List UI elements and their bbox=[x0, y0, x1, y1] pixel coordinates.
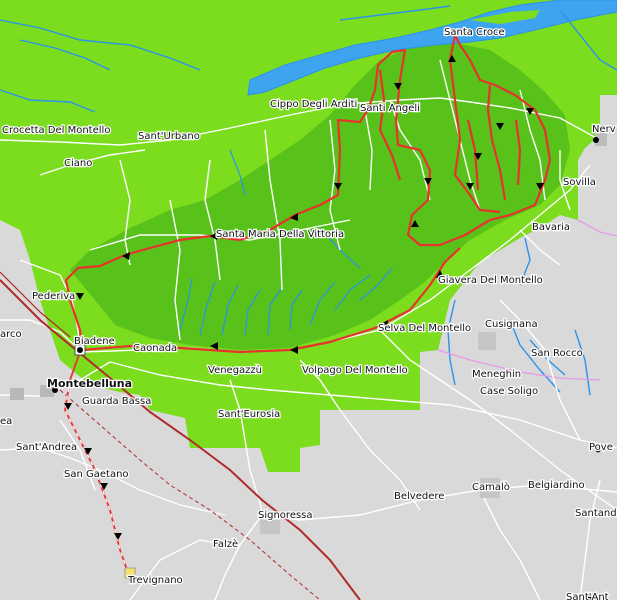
label-belvedere: Belvedere bbox=[394, 491, 444, 502]
label-san-rocco: San Rocco bbox=[531, 348, 583, 359]
label-bavaria: Bavaria bbox=[532, 222, 570, 233]
label-ciano: Ciano bbox=[64, 158, 92, 169]
label-sant-eurosia: Sant'Eurosia bbox=[218, 409, 280, 420]
label-case-soligo: Case Soligo bbox=[480, 386, 538, 397]
label-biadene: Biadene bbox=[74, 336, 115, 347]
label-camalo: Camalò bbox=[472, 481, 510, 493]
label-ea: ea bbox=[0, 416, 12, 427]
label-pederiva: Pederiva bbox=[32, 291, 75, 302]
label-montebelluna: Montebelluna bbox=[47, 377, 132, 390]
label-selva-del-montello: Selva Del Montello bbox=[378, 323, 471, 334]
label-signoressa: Signoressa bbox=[258, 510, 313, 521]
label-sant-urbano: Sant'Urbano bbox=[138, 131, 200, 142]
label-crocetta-del-montello: Crocetta Del Montello bbox=[2, 125, 110, 136]
label-volpago-del-montello: Volpago Del Montello bbox=[302, 365, 408, 376]
label-cusignana: Cusignana bbox=[485, 319, 538, 330]
label-nervesa: Nerv bbox=[592, 124, 616, 135]
label-marco: arco bbox=[0, 329, 22, 340]
label-santa-croce: Santa Croce bbox=[444, 27, 505, 38]
label-santi-angeli: Santi Angeli bbox=[360, 103, 420, 114]
label-santand: Santand bbox=[575, 508, 617, 519]
label-belgiardino: Belgiardino bbox=[528, 480, 585, 491]
label-sant-andrea: Sant'Andrea bbox=[16, 442, 77, 453]
label-giavera-del-montello: Giavera Del Montello bbox=[438, 275, 543, 286]
map-canvas[interactable]: Santa Croce Santi Angeli Cippo Degli Ard… bbox=[0, 0, 617, 600]
label-santa-maria-della-vittoria: Santa Maria Della Vittoria bbox=[216, 229, 344, 240]
label-guarda-bassa: Guarda Bassa bbox=[82, 396, 151, 407]
label-caonada: Caonada bbox=[133, 343, 177, 354]
label-meneghin: Meneghin bbox=[472, 369, 521, 380]
label-sovilla: Sovilla bbox=[563, 177, 596, 188]
label-falze: Falzè bbox=[213, 538, 238, 550]
label-venegazzu: Venegazzù bbox=[208, 364, 262, 376]
label-pove: Pove bbox=[589, 442, 613, 453]
label-santantonio: Sant'Ant bbox=[566, 592, 609, 600]
label-trevignano: Trevignano bbox=[127, 575, 183, 586]
label-san-gaetano: San Gaetano bbox=[64, 469, 129, 480]
label-cippo-degli-arditi: Cippo Degli Arditi bbox=[270, 99, 357, 110]
